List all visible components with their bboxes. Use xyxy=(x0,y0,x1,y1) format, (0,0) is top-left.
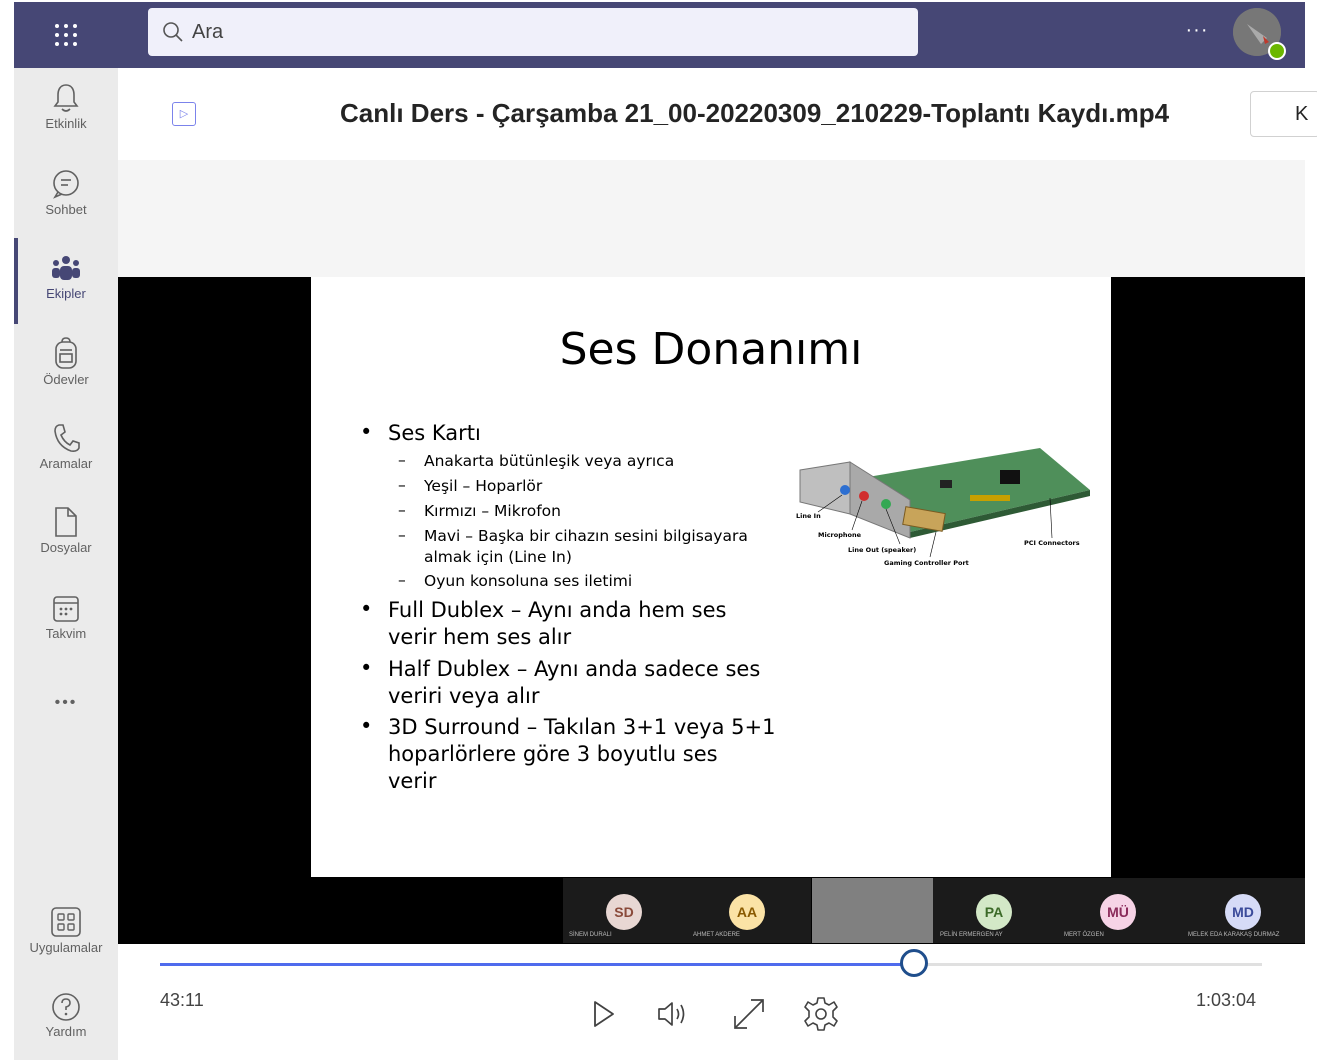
search-bar[interactable]: Ara xyxy=(148,8,918,56)
bullet-text: Full Dublex – Aynı anda hem ses xyxy=(388,598,727,622)
rail-item-help[interactable]: Yardım xyxy=(14,992,118,1039)
bell-icon xyxy=(53,84,79,112)
chat-icon xyxy=(53,170,79,199)
backpack-icon xyxy=(55,337,77,369)
gear-icon xyxy=(804,997,838,1031)
rail-item-assignments[interactable]: Ödevler xyxy=(14,336,118,387)
rail-item-label: Aramalar xyxy=(39,456,93,471)
video-file-icon: ▷ xyxy=(172,102,196,126)
bullet-text: Half Dublex – Aynı anda sadece ses xyxy=(388,657,761,681)
play-icon xyxy=(594,1001,614,1027)
sub-bullet-text: Yeşil – Hoparlör xyxy=(424,477,543,495)
search-icon xyxy=(163,22,183,42)
label-gaming-port: Gaming Controller Port xyxy=(884,559,969,567)
rail-item-label: Sohbet xyxy=(45,202,87,217)
rail-item-files[interactable]: Dosyalar xyxy=(14,506,118,555)
label-line-in: Line In xyxy=(796,512,821,520)
seek-bar-played xyxy=(160,963,914,966)
rail-item-chat[interactable]: Sohbet xyxy=(14,168,118,217)
label-microphone: Microphone xyxy=(818,531,862,539)
phone-icon xyxy=(54,424,80,452)
bullet-text: Ses Kartı xyxy=(388,421,481,445)
apps-icon xyxy=(51,907,81,937)
rail-item-apps[interactable]: Uygulamalar xyxy=(14,906,118,955)
participant-avatar: AA xyxy=(729,894,765,930)
presence-status-icon xyxy=(1268,42,1286,60)
content-background xyxy=(118,160,1305,277)
calendar-icon xyxy=(53,596,79,622)
rail-item-label: Etkinlik xyxy=(45,116,87,131)
bullet-text: 3D Surround – Takılan 3+1 veya 5+1 xyxy=(388,715,776,739)
bullet-text-continued: verir xyxy=(388,769,437,793)
more-icon: ••• xyxy=(54,694,78,711)
settings-button[interactable] xyxy=(801,994,841,1034)
rail-item-label: Yardım xyxy=(45,1024,87,1039)
rail-item-calls[interactable]: Aramalar xyxy=(14,422,118,471)
sub-bullet-text: Mavi – Başka bir cihazın sesini bilgisay… xyxy=(424,527,748,545)
label-line-out: Line Out (speaker) xyxy=(848,546,916,554)
rail-item-label: Takvim xyxy=(45,626,87,641)
rail-item-activity[interactable]: Etkinlik xyxy=(14,82,118,131)
fullscreen-button[interactable] xyxy=(729,994,769,1034)
participant-name: AHMET AKDERE xyxy=(693,932,740,938)
participant-tile[interactable] xyxy=(812,878,933,943)
grid-dots-icon xyxy=(55,24,77,46)
total-time: 1:03:04 xyxy=(1196,990,1257,1010)
volume-button[interactable] xyxy=(654,994,694,1034)
rail-item-label: Ekipler xyxy=(46,286,86,301)
rail-item-label: Ödevler xyxy=(43,372,89,387)
participant-avatar: PA xyxy=(976,894,1012,930)
play-button[interactable] xyxy=(583,994,623,1034)
label-pci: PCI Connectors xyxy=(1024,539,1080,547)
participant-avatar: MÜ xyxy=(1100,894,1136,930)
sub-bullet-text-continued: almak için (Line In) xyxy=(424,548,572,566)
teams-icon xyxy=(52,256,80,280)
header-action-button[interactable]: K xyxy=(1250,91,1317,137)
sub-bullet-text: Anakarta bütünleşik veya ayrıca xyxy=(424,452,675,470)
bullet-text-continued: hoparlörlere göre 3 boyutlu ses xyxy=(388,742,718,766)
bullet-text-continued: veriri veya alır xyxy=(388,684,540,708)
sound-card-image: Line In Microphone Line Out (speaker) Ga… xyxy=(796,448,1090,567)
expand-icon xyxy=(734,999,764,1029)
rail-item-teams[interactable]: Ekipler xyxy=(14,254,118,301)
volume-icon xyxy=(658,1002,685,1026)
sub-bullet-text: Kırmızı – Mikrofon xyxy=(424,502,561,520)
seek-handle[interactable] xyxy=(899,949,928,977)
rail-item-calendar[interactable]: Takvim xyxy=(14,594,118,641)
rail-item-label: Uygulamalar xyxy=(29,940,103,955)
slide-title: Ses Donanımı xyxy=(559,324,863,375)
participant-name: MELEK EDA KARAKAŞ DURMAZ xyxy=(1188,932,1280,938)
file-title: Canlı Ders - Çarşamba 21_00-20220309_210… xyxy=(340,98,1170,128)
rail-more-button[interactable]: ••• xyxy=(14,694,118,712)
participant-name: SİNEM DURALI xyxy=(569,932,612,938)
participant-avatar: MD xyxy=(1225,894,1261,930)
participant-avatar: SD xyxy=(606,894,642,930)
file-icon xyxy=(55,507,77,537)
app-launcher-button[interactable] xyxy=(14,2,118,68)
bullet-text-continued: verir hem ses alır xyxy=(388,625,572,649)
current-time: 43:11 xyxy=(160,990,204,1010)
search-placeholder: Ara xyxy=(192,20,224,43)
rail-item-label: Dosyalar xyxy=(40,540,92,555)
sub-bullet-text: Oyun konsoluna ses iletimi xyxy=(424,572,633,590)
participant-name: MERT ÖZGEN xyxy=(1064,932,1104,938)
participant-name: PELİN ERMERGEN AY xyxy=(940,932,1003,938)
help-icon xyxy=(52,993,80,1021)
more-options-button[interactable]: ··· xyxy=(1182,18,1212,48)
